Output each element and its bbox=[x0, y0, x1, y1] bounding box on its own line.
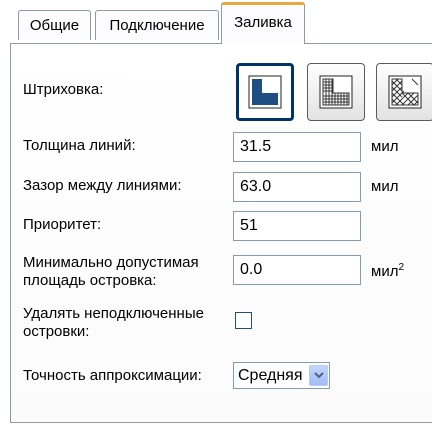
approx-accuracy-value: Средняя bbox=[238, 367, 303, 384]
min-island-area-unit-text: мил bbox=[371, 263, 399, 280]
approx-accuracy-label: Точность аппроксимации: bbox=[23, 367, 202, 384]
min-island-area-unit: мил2 bbox=[371, 262, 404, 280]
hatching-label: Штриховка: bbox=[23, 81, 104, 98]
min-island-area-label: Минимально допустимая площадь островка: bbox=[23, 254, 199, 290]
remove-islands-checkbox[interactable] bbox=[235, 312, 252, 329]
remove-islands-label: Удалять неподключенные островки: bbox=[23, 305, 204, 341]
dropdown-arrow-button[interactable] bbox=[309, 365, 328, 386]
approx-accuracy-select[interactable]: Средняя bbox=[233, 362, 330, 389]
line-width-unit: мил bbox=[371, 138, 399, 155]
tab-bar: Общие Подключение Заливка bbox=[0, 0, 432, 44]
min-island-area-input[interactable]: 0.0 bbox=[233, 255, 361, 285]
line-gap-input[interactable]: 63.0 bbox=[233, 172, 361, 202]
diagonal-hatch-icon bbox=[388, 75, 422, 109]
min-island-area-label-line1: Минимально допустимая bbox=[23, 254, 199, 271]
line-gap-unit: мил bbox=[371, 178, 399, 195]
line-width-input[interactable]: 31.5 bbox=[233, 132, 361, 162]
tab-general[interactable]: Общие bbox=[18, 10, 91, 40]
line-width-label: Толщина линий: bbox=[23, 137, 136, 154]
tab-connection[interactable]: Подключение bbox=[95, 10, 219, 40]
priority-label: Приоритет: bbox=[23, 216, 102, 233]
hatch-solid-button[interactable] bbox=[236, 63, 294, 121]
min-island-area-label-line2: площадь островка: bbox=[23, 272, 157, 289]
remove-islands-label-line2: островки: bbox=[23, 323, 90, 340]
line-gap-label: Зазор между линиями: bbox=[23, 177, 182, 194]
min-island-area-unit-sup: 2 bbox=[398, 262, 405, 273]
remove-islands-label-line1: Удалять неподключенные bbox=[23, 305, 204, 322]
hatch-diagonal-button[interactable] bbox=[376, 63, 432, 121]
solid-fill-icon bbox=[248, 75, 282, 109]
priority-input[interactable]: 51 bbox=[233, 211, 361, 241]
tab-fill[interactable]: Заливка bbox=[221, 2, 305, 44]
hatch-orthogonal-button[interactable] bbox=[307, 63, 365, 121]
chevron-down-icon bbox=[314, 372, 324, 379]
orthogonal-hatch-icon bbox=[319, 75, 353, 109]
